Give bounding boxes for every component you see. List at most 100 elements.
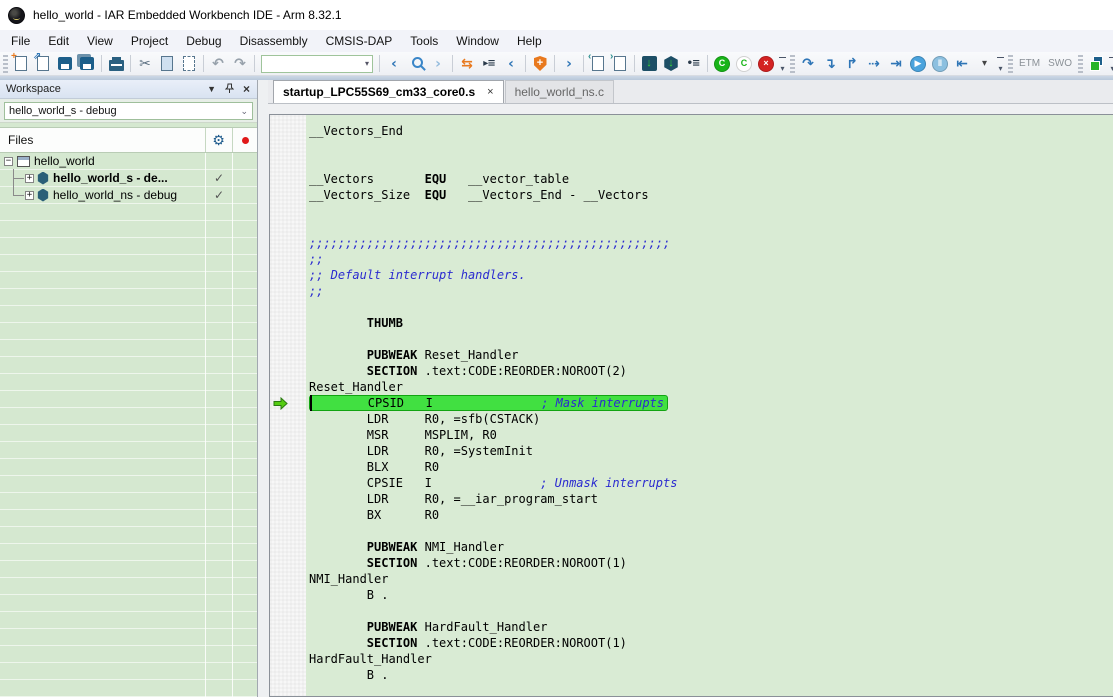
menu-file[interactable]: File — [2, 31, 39, 51]
code-line[interactable]: MSR MSPLIM, R0 — [309, 427, 1113, 443]
code-line[interactable] — [309, 219, 1113, 235]
print-button[interactable] — [105, 53, 127, 75]
gear-icon[interactable]: ⚙ — [205, 133, 232, 147]
swo-button-button[interactable]: SWO — [1044, 55, 1076, 72]
code-line[interactable]: B . — [309, 667, 1113, 683]
code-line[interactable]: THUMB — [309, 315, 1113, 331]
panel-splitter[interactable] — [258, 80, 268, 697]
code-line[interactable]: CPSIE I ; Unmask interrupts — [309, 475, 1113, 491]
save-all-button[interactable] — [76, 53, 98, 75]
code-line[interactable]: LDR R0, =SystemInit — [309, 443, 1113, 459]
reset-target-button[interactable]: ⇤ — [951, 53, 973, 75]
code-line[interactable]: SECTION .text:CODE:REORDER:NOROOT(2) — [309, 363, 1113, 379]
code-line[interactable]: PUBWEAK HardFault_Handler — [309, 619, 1113, 635]
go-to-bookmark-button[interactable]: ▸≡ — [478, 53, 500, 75]
code-line[interactable]: LDR R0, =sfb(CSTACK) — [309, 411, 1113, 427]
new-document-button[interactable]: + — [10, 53, 32, 75]
code-line[interactable]: ;; Default interrupt handlers. — [309, 267, 1113, 283]
code-line[interactable]: Reset_Handler — [309, 379, 1113, 395]
panel-menu-icon[interactable]: ▼ — [207, 85, 216, 94]
search-combo[interactable]: ▾ — [261, 55, 373, 73]
code-line[interactable] — [309, 155, 1113, 171]
code-line[interactable] — [309, 139, 1113, 155]
menu-help[interactable]: Help — [508, 31, 551, 51]
code-line[interactable] — [309, 603, 1113, 619]
breakpoint-gutter[interactable] — [270, 115, 306, 696]
expand-box-icon[interactable]: + — [25, 174, 34, 183]
redo-button[interactable]: ↷ — [229, 53, 251, 75]
find-button[interactable] — [405, 53, 427, 75]
code-line[interactable]: ;; — [309, 283, 1113, 299]
pin-icon[interactable] — [225, 83, 234, 96]
menu-project[interactable]: Project — [122, 31, 177, 51]
security-shield-button[interactable]: + — [529, 53, 551, 75]
download-and-debug-button[interactable]: ↓ — [638, 53, 660, 75]
go-button[interactable]: ▶ — [907, 53, 929, 75]
configuration-selector[interactable]: hello_world_s - debug ⌄ — [4, 102, 253, 120]
code-line[interactable]: SECTION .text:CODE:REORDER:NOROOT(1) — [309, 555, 1113, 571]
stop-debugging-button[interactable]: × — [755, 53, 777, 75]
code-line[interactable]: __Vectors EQU __vector_table — [309, 171, 1113, 187]
run-to-cursor-button[interactable]: ⇥ — [885, 53, 907, 75]
tab-hello-world-ns-c[interactable]: hello_world_ns.c — [505, 80, 614, 103]
toolbar-overflow-icon[interactable]: ▾ — [995, 54, 1006, 74]
debug-dropdown-button[interactable]: ▾ — [973, 53, 995, 75]
menu-window[interactable]: Window — [447, 31, 508, 51]
code-editor[interactable]: __Vectors_End __Vectors EQU __vector_tabl… — [306, 115, 1113, 696]
step-over-button[interactable]: ↷ — [797, 53, 819, 75]
break-button[interactable]: ‖ — [929, 53, 951, 75]
menu-view[interactable]: View — [78, 31, 122, 51]
toolbar-overflow-icon[interactable]: ▾ — [1107, 54, 1113, 74]
save-button[interactable] — [54, 53, 76, 75]
step-into-button[interactable]: ↴ — [819, 53, 841, 75]
menu-tools[interactable]: Tools — [401, 31, 447, 51]
code-line[interactable]: NMI_Handler — [309, 571, 1113, 587]
toolbar-overflow-icon[interactable]: ▾ — [777, 54, 788, 74]
next-document-button[interactable]: › — [609, 53, 631, 75]
code-line[interactable]: PUBWEAK NMI_Handler — [309, 539, 1113, 555]
find-next-button[interactable]: › — [427, 53, 449, 75]
download-active-application-button[interactable]: ↓ — [660, 53, 682, 75]
code-line[interactable]: __Vectors_End — [309, 123, 1113, 139]
code-line[interactable] — [309, 203, 1113, 219]
tree-row-hello-world-s-de-[interactable]: +hello_world_s - de...✓ — [0, 170, 257, 187]
undo-button[interactable]: ↶ — [207, 53, 229, 75]
open-file-button[interactable]: ⇗ — [32, 53, 54, 75]
step-out-button[interactable]: ↱ — [841, 53, 863, 75]
code-line[interactable] — [309, 299, 1113, 315]
restart-debugger-button[interactable]: C — [711, 53, 733, 75]
code-line[interactable]: SECTION .text:CODE:REORDER:NOROOT(1) — [309, 635, 1113, 651]
cut-button[interactable]: ✂ — [134, 53, 156, 75]
make-button[interactable]: •≡ — [682, 53, 704, 75]
code-line[interactable]: BX R0 — [309, 507, 1113, 523]
code-line[interactable]: ;; — [309, 251, 1113, 267]
code-line[interactable]: HardFault_Handler — [309, 651, 1113, 667]
menu-debug[interactable]: Debug — [177, 31, 230, 51]
code-line[interactable]: ;;;;;;;;;;;;;;;;;;;;;;;;;;;;;;;;;;;;;;;;… — [309, 235, 1113, 251]
next-statement-button[interactable]: ⇢ — [863, 53, 885, 75]
tree-row-hello-world-ns-debug[interactable]: +hello_world_ns - debug✓ — [0, 187, 257, 204]
close-icon[interactable]: × — [243, 83, 250, 95]
tree-row-hello-world[interactable]: −hello_world — [0, 153, 257, 170]
reset-button[interactable]: C — [733, 53, 755, 75]
navigate-forward-button[interactable]: › — [558, 53, 580, 75]
tab-startup-LPC55S69-cm33-core0-s[interactable]: startup_LPC55S69_cm33_core0.s× — [273, 80, 504, 103]
etm-button-button[interactable]: ETM — [1015, 55, 1044, 72]
paste-button[interactable] — [178, 53, 200, 75]
code-line[interactable] — [309, 331, 1113, 347]
collapse-box-icon[interactable]: − — [4, 157, 13, 166]
toggle-bookmark-button[interactable]: ⇆ — [456, 53, 478, 75]
menu-cmsis-dap[interactable]: CMSIS-DAP — [317, 31, 402, 51]
menu-edit[interactable]: Edit — [39, 31, 78, 51]
code-line[interactable]: __Vectors_Size EQU __Vectors_End - __Vec… — [309, 187, 1113, 203]
menu-disassembly[interactable]: Disassembly — [231, 31, 317, 51]
code-line[interactable]: PUBWEAK Reset_Handler — [309, 347, 1113, 363]
code-line[interactable]: CPSID I ; Mask interrupts — [309, 395, 1113, 411]
code-line[interactable]: BLX R0 — [309, 459, 1113, 475]
expand-box-icon[interactable]: + — [25, 191, 34, 200]
copy-button[interactable] — [156, 53, 178, 75]
navigate-backward-button[interactable]: ‹ — [500, 53, 522, 75]
close-tab-icon[interactable]: × — [487, 87, 493, 98]
code-line[interactable]: LDR R0, =__iar_program_start — [309, 491, 1113, 507]
code-line[interactable]: B . — [309, 587, 1113, 603]
